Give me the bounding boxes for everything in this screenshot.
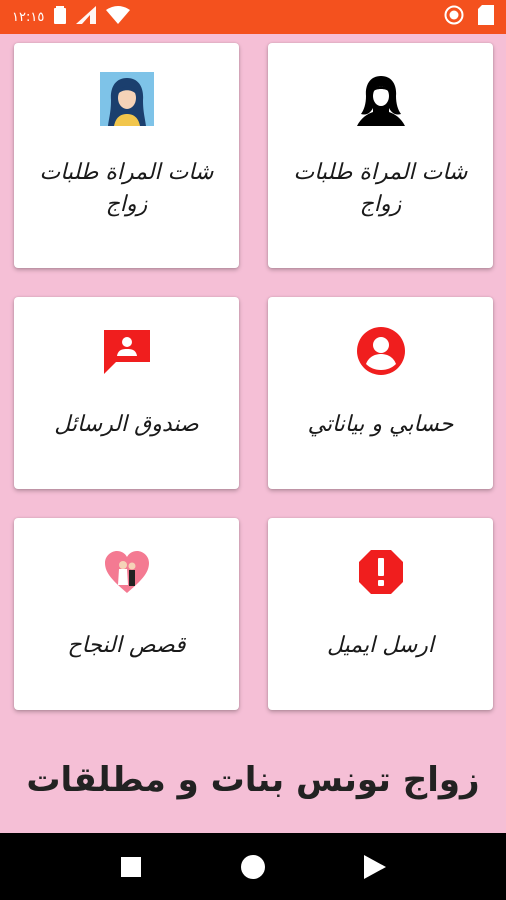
card-women-chat-2[interactable]: شات المراة طلبات زواج <box>14 43 239 268</box>
card-label: شات المراة طلبات زواج <box>293 160 468 217</box>
status-time: ١٢:١٥ <box>12 9 45 25</box>
card-label: قصص النجاح <box>67 633 186 658</box>
card-women-chat-1[interactable]: شات المراة طلبات زواج <box>268 43 493 268</box>
status-left: ١٢:١٥ <box>12 6 131 28</box>
record-icon <box>444 5 464 29</box>
navigation-bar <box>0 833 506 900</box>
card-inbox[interactable]: صندوق الرسائل <box>14 297 239 489</box>
back-icon[interactable] <box>358 850 392 884</box>
status-bar: ١٢:١٥ <box>0 0 506 34</box>
couple-heart-icon <box>99 544 155 600</box>
message-contact-icon <box>99 323 155 379</box>
account-circle-icon <box>353 323 409 379</box>
signal-icon <box>76 6 97 28</box>
wifi-icon <box>106 6 131 28</box>
card-my-account[interactable]: حسابي و بياناتي <box>268 297 493 489</box>
alert-octagon-icon <box>353 544 409 600</box>
recents-icon[interactable] <box>114 850 148 884</box>
home-icon[interactable] <box>236 850 270 884</box>
card-label: حسابي و بياناتي <box>307 412 454 437</box>
card-label: صندوق الرسائل <box>54 412 199 437</box>
sim-icon <box>478 5 494 29</box>
app-title: زواج تونس بنات و مطلقات <box>26 760 480 800</box>
woman-silhouette-icon <box>352 71 409 127</box>
card-success-stories[interactable]: قصص النجاح <box>14 518 239 710</box>
card-send-email[interactable]: ارسل ايميل <box>268 518 493 710</box>
card-label: ارسل ايميل <box>326 633 435 658</box>
status-right <box>444 5 494 29</box>
battery-icon <box>54 6 67 28</box>
card-label: شات المراة طلبات زواج <box>39 160 214 217</box>
woman-avatar-icon <box>99 71 155 127</box>
